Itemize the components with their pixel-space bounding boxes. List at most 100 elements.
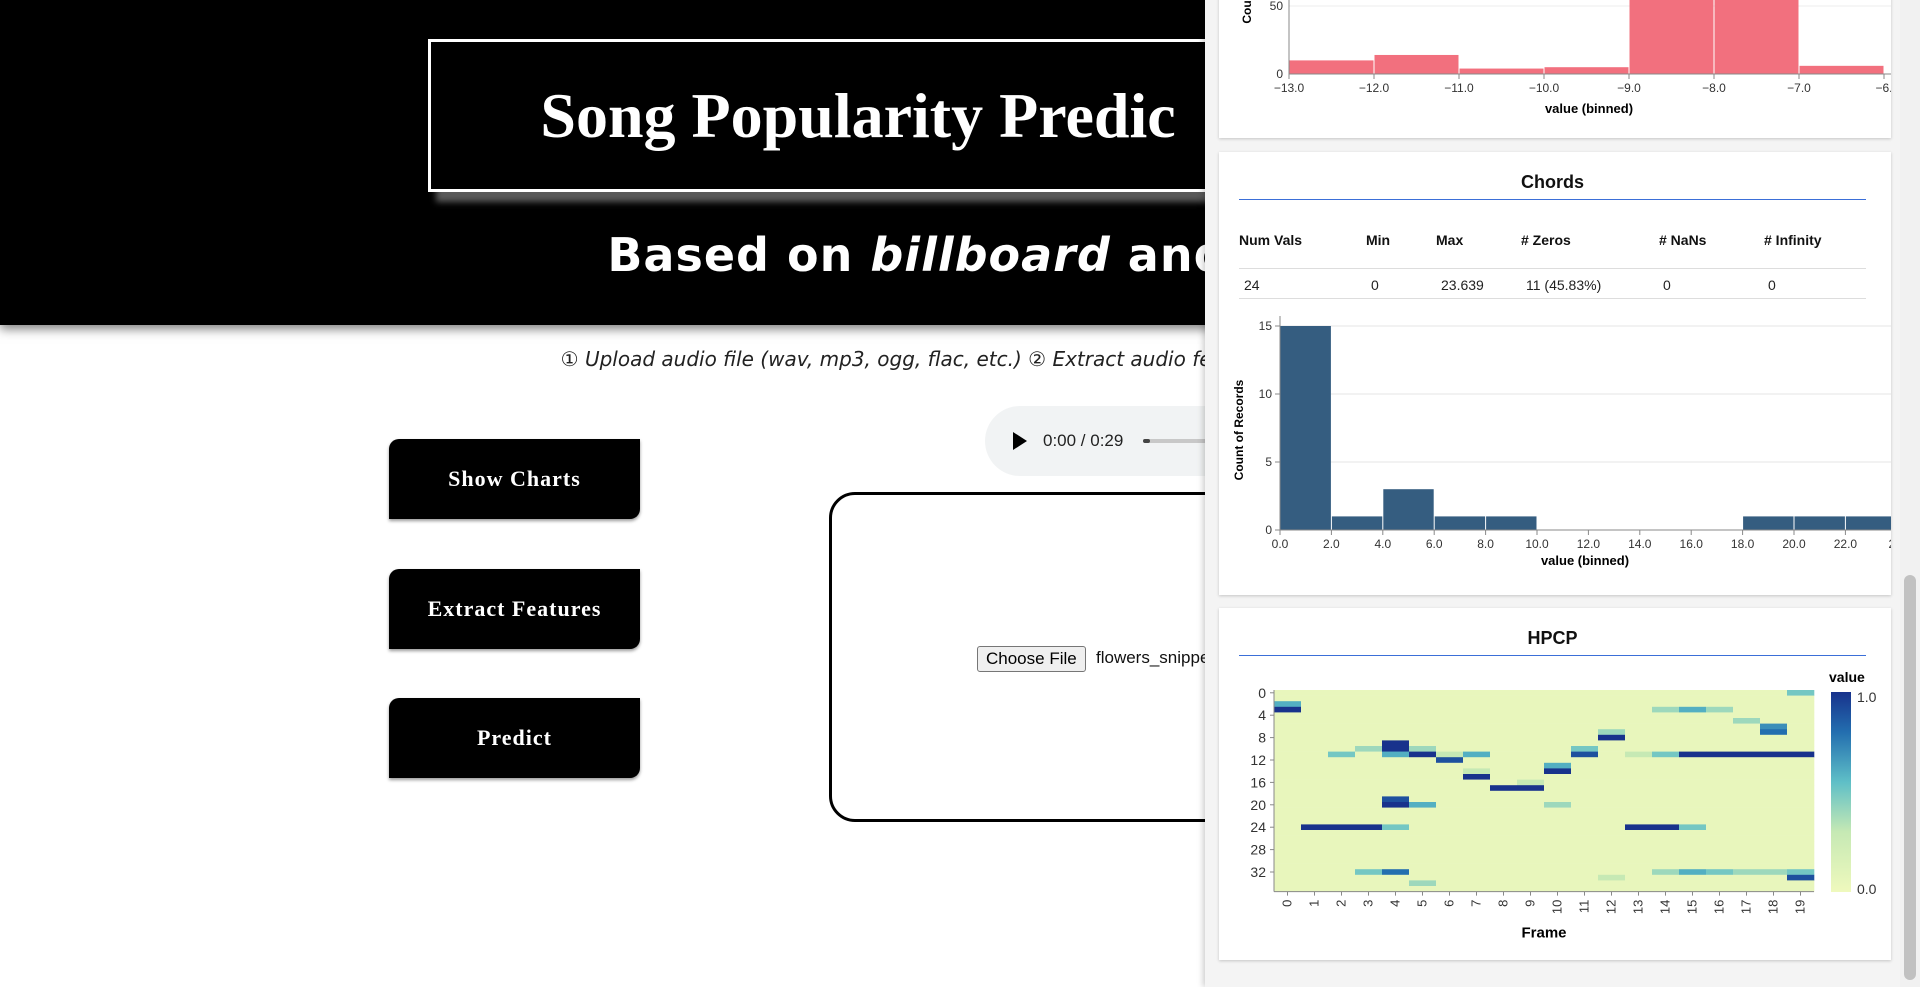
heatmap-cell: [1355, 796, 1383, 803]
heatmap-cell: [1706, 740, 1734, 747]
heatmap-cell: [1652, 740, 1680, 747]
heatmap-cell: [1652, 863, 1680, 870]
heatmap-cell: [1436, 779, 1464, 786]
heatmap-cell: [1274, 701, 1302, 708]
scrollbar-thumb[interactable]: [1904, 575, 1916, 980]
heatmap-cell: [1706, 824, 1734, 831]
heatmap-cell: [1301, 846, 1329, 853]
heatmap-cell: [1436, 858, 1464, 864]
heatmap-cell: [1544, 762, 1572, 769]
heatmap-cell: [1733, 768, 1761, 775]
heatmap-cell: [1544, 740, 1572, 747]
heatmap-cell: [1544, 824, 1572, 831]
heatmap-cell: [1301, 785, 1329, 792]
heatmap-cell: [1355, 695, 1383, 702]
heatmap-cell: [1301, 734, 1329, 741]
top-histogram: Cou 50 0−13.0 −12.0 −11.0 −10.0 −9.0 −8.0 −7.0 −6…: [1240, 0, 1893, 116]
heatmap-cell: [1490, 841, 1518, 848]
heatmap-cell: [1706, 863, 1734, 870]
show-charts-button[interactable]: Show Charts: [389, 439, 640, 519]
heatmap-cell: [1382, 796, 1410, 803]
heatmap-cell: [1382, 824, 1410, 831]
heatmap-cell: [1652, 729, 1680, 736]
heatmap-cell: [1382, 863, 1410, 870]
heatmap-cell: [1517, 818, 1545, 825]
heatmap-cell: [1625, 852, 1653, 859]
heatmap-cell: [1517, 706, 1545, 713]
heatmap-cell: [1301, 863, 1329, 870]
x-axis-label: value (binned): [1541, 553, 1629, 568]
heatmap-cell: [1463, 785, 1491, 792]
heatmap-cell: [1679, 874, 1707, 881]
heatmap-cell: [1274, 718, 1302, 724]
heatmap-cell: [1679, 729, 1707, 736]
heatmap-cell: [1706, 869, 1734, 876]
charts-panel[interactable]: Cou 50 0 −13.0 −12.0 −11.0 −10.0 −9.0 −8.0 −7.0 −6…: [1205, 0, 1920, 987]
play-icon[interactable]: [1013, 432, 1027, 450]
heatmap-cell: [1571, 768, 1599, 775]
heatmap-cell: [1409, 813, 1437, 820]
heatmap-cell: [1787, 818, 1815, 825]
heatmap-cell: [1490, 796, 1518, 803]
heatmap-cell: [1463, 869, 1491, 876]
heatmap-cell: [1625, 830, 1653, 836]
heatmap-cell: [1787, 830, 1815, 836]
heatmap-cell: [1652, 690, 1680, 696]
heatmap-cell: [1706, 880, 1734, 887]
heatmap-cell: [1679, 723, 1707, 730]
extract-features-button[interactable]: Extract Features: [389, 569, 640, 649]
heatmap-cell: [1328, 762, 1356, 769]
subtitle-part: Based on: [607, 228, 871, 282]
x-tick-label: −7.0: [1787, 81, 1811, 95]
heatmap-cell: [1760, 701, 1788, 708]
heatmap-cell: [1679, 858, 1707, 864]
heatmap-cell: [1301, 824, 1329, 831]
heatmap-cell: [1652, 774, 1680, 780]
heatmap-cell: [1382, 729, 1410, 736]
predict-button[interactable]: Predict: [389, 698, 640, 778]
heatmap-cell: [1787, 774, 1815, 780]
heatmap-cell: [1490, 712, 1518, 719]
choose-file-button[interactable]: Choose File: [977, 646, 1086, 672]
heatmap-cell: [1598, 723, 1626, 730]
heatmap-cell: [1625, 863, 1653, 870]
heatmap-cell: [1463, 863, 1491, 870]
heatmap-cell: [1787, 846, 1815, 853]
heatmap-cell: [1409, 734, 1437, 741]
heatmap-cell: [1706, 790, 1734, 797]
heatmap-cell: [1382, 874, 1410, 881]
heatmap-cell: [1733, 779, 1761, 786]
heatmap-cell: [1382, 751, 1410, 758]
heatmap-cell: [1301, 768, 1329, 775]
heatmap-cell: [1760, 729, 1788, 736]
heatmap-cell: [1571, 830, 1599, 836]
heatmap-cell: [1382, 740, 1410, 747]
histogram-bar: [1434, 516, 1486, 530]
heatmap-cell: [1328, 779, 1356, 786]
heatmap-cell: [1760, 807, 1788, 814]
heatmap-cell: [1652, 858, 1680, 864]
heatmap-cell: [1301, 858, 1329, 864]
legend-colorbar: [1831, 692, 1851, 892]
heatmap-cell: [1679, 690, 1707, 696]
heatmap-cell: [1301, 757, 1329, 764]
heatmap-cell: [1625, 841, 1653, 848]
heatmap-cell: [1679, 762, 1707, 769]
heatmap-cell: [1787, 768, 1815, 775]
heatmap-cell: [1787, 785, 1815, 792]
heatmap-cell: [1598, 757, 1626, 764]
heatmap-cell: [1355, 785, 1383, 792]
heatmap-cell: [1598, 706, 1626, 713]
heatmap-cell: [1625, 690, 1653, 696]
x-tick-label: 16.0: [1680, 537, 1704, 551]
heatmap-cell: [1274, 774, 1302, 780]
heatmap-cell: [1652, 757, 1680, 764]
heatmap-cell: [1517, 712, 1545, 719]
heatmap-cell: [1706, 734, 1734, 741]
heatmap-cell: [1625, 874, 1653, 881]
heatmap-cell: [1463, 830, 1491, 836]
heatmap-cell: [1706, 690, 1734, 696]
heatmap-cell: [1679, 695, 1707, 702]
heatmap-cell: [1787, 712, 1815, 719]
heatmap-cell: [1490, 785, 1518, 792]
